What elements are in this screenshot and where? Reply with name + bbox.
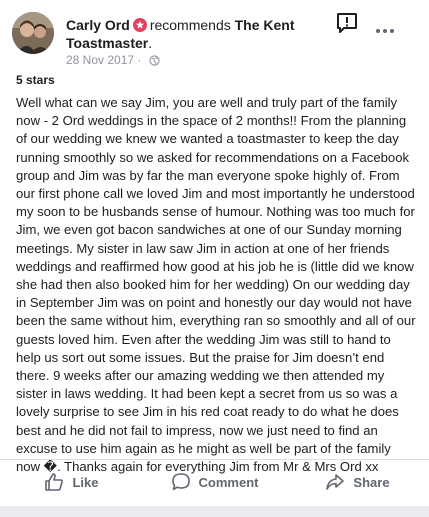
action-text: recommends [149,17,231,33]
post-meta: 28 Nov 2017 · [66,53,160,69]
author-name[interactable]: Carly Ord [66,17,130,33]
post-title: Carly Ord recommends The Kent Toastmaster… [66,16,334,52]
action-bar: Like Comment Share [0,462,429,502]
post-date[interactable]: 28 Nov 2017 [66,53,134,67]
post-header: Carly Ord recommends The Kent Toastmaster… [0,0,429,70]
share-icon [326,474,345,490]
share-label: Share [353,474,390,490]
comment-button[interactable]: Comment [143,462,286,502]
rating-label: 5 stars [16,73,55,87]
globe-icon [149,55,160,69]
meta-separator: · [137,53,142,67]
like-label: Like [72,474,99,490]
feed-separator [0,506,429,517]
more-options-icon[interactable] [374,24,396,38]
review-text: Well what can we say Jim, you are well a… [16,95,416,475]
comment-icon [171,473,190,491]
avatar[interactable] [12,12,54,54]
like-button[interactable]: Like [0,462,143,502]
share-button[interactable]: Share [286,462,429,502]
divider [0,459,429,460]
comment-label: Comment [198,474,259,490]
page-suffix: . [148,35,153,51]
recommendation-badge-icon [132,18,147,32]
report-icon[interactable] [336,12,358,34]
like-icon [45,473,64,491]
